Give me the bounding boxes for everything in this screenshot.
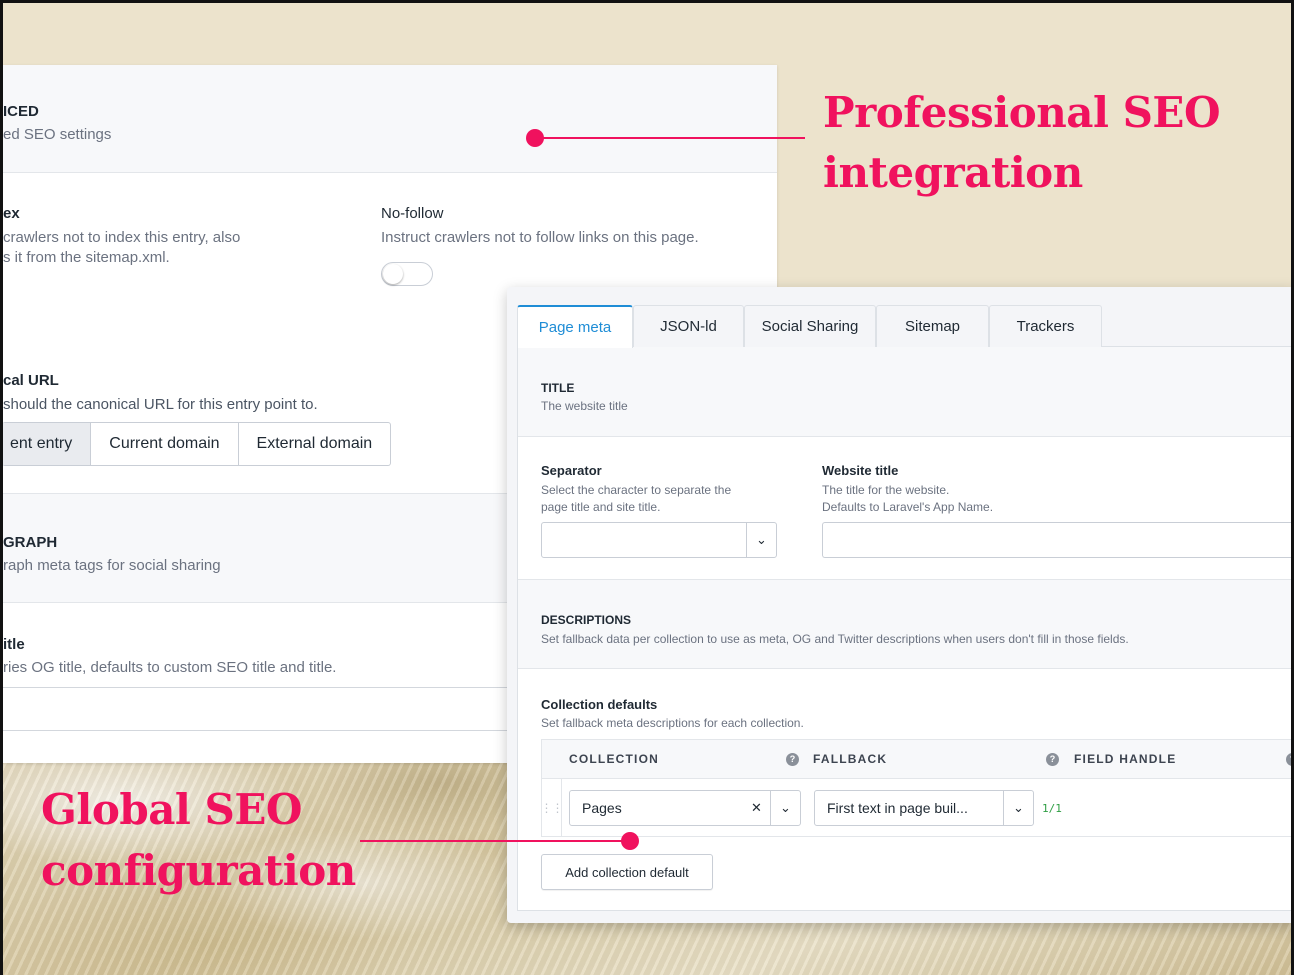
tab-sitemap[interactable]: Sitemap <box>876 305 989 347</box>
fallback-select[interactable]: First text in page buil... ⌄ <box>814 790 1034 826</box>
separator-description-line2: page title and site title. <box>541 500 661 514</box>
callout-dot-global <box>621 832 639 850</box>
website-title-description-line2: Defaults to Laravel's App Name. <box>822 500 994 514</box>
noindex-label: ex <box>3 205 20 222</box>
fallback-select-value: First text in page buil... <box>827 800 968 816</box>
title-heading: TITLE <box>541 381 575 395</box>
separator-label: Separator <box>541 463 602 478</box>
website-title-input[interactable] <box>822 522 1291 558</box>
clear-icon[interactable]: ✕ <box>751 800 762 816</box>
website-title-label: Website title <box>822 463 899 478</box>
column-field-handle: FIELD HANDLE <box>1074 752 1177 766</box>
canonical-url-label: cal URL <box>3 372 59 389</box>
chevron-down-icon: ⌄ <box>746 523 776 557</box>
separator-description-line1: Select the character to separate the <box>541 483 732 497</box>
separator-select[interactable]: ⌄ <box>541 522 777 558</box>
seo-settings-panel: TITLE The website title Separator Select… <box>507 287 1291 923</box>
callout-line-professional <box>535 137 805 139</box>
collection-grid-row: ⋮⋮ Pages ✕ ⌄ First text in page buil... … <box>541 779 1291 837</box>
headline-global-line2: configuration <box>41 846 356 895</box>
canonical-url-description: should the canonical URL for this entry … <box>3 396 318 413</box>
noindex-description-line2: s it from the sitemap.xml. <box>3 249 170 266</box>
canonical-option-external-domain[interactable]: External domain <box>239 423 391 465</box>
fallback-counter: 1/1 <box>1042 802 1062 815</box>
descriptions-heading: DESCRIPTIONS <box>541 613 632 627</box>
column-fallback: FALLBACK <box>813 752 888 766</box>
column-collection: COLLECTION <box>569 752 659 766</box>
callout-line-global <box>360 840 630 842</box>
tab-trackers[interactable]: Trackers <box>989 305 1102 347</box>
canonical-url-segmented-control: ent entry Current domain External domain <box>3 422 392 466</box>
seo-tabs: Page meta JSON-ld Social Sharing Sitemap… <box>517 305 1102 348</box>
title-subheading: The website title <box>541 399 628 413</box>
descriptions-section-header: DESCRIPTIONS Set fallback data per colle… <box>518 579 1291 669</box>
noindex-description-line1: crawlers not to index this entry, also <box>3 229 241 246</box>
slide-frame: ICED ed SEO settings ex crawlers not to … <box>0 0 1294 975</box>
page-meta-card: TITLE The website title Separator Select… <box>517 346 1291 911</box>
collection-select[interactable]: Pages ✕ ⌄ <box>569 790 801 826</box>
collection-defaults-label: Collection defaults <box>541 697 658 712</box>
collection-select-value: Pages <box>582 800 622 816</box>
drag-handle-icon[interactable]: ⋮⋮ <box>541 779 564 836</box>
website-title-description-line1: The title for the website. <box>822 483 950 497</box>
title-section-header: TITLE The website title <box>518 347 1291 437</box>
tab-json-ld[interactable]: JSON-ld <box>633 305 744 347</box>
og-title-description: ries OG title, defaults to custom SEO ti… <box>3 659 337 676</box>
open-graph-subheading: raph meta tags for social sharing <box>3 557 221 574</box>
og-title-label: itle <box>3 636 25 653</box>
open-graph-heading: GRAPH <box>3 534 58 551</box>
headline-professional-line2: integration <box>823 148 1083 197</box>
chevron-down-icon[interactable]: ⌄ <box>1003 791 1033 825</box>
tab-page-meta[interactable]: Page meta <box>517 305 633 348</box>
headline-global-line1: Global SEO <box>41 785 302 834</box>
toggle-knob <box>383 264 403 284</box>
canonical-option-current-entry[interactable]: ent entry <box>3 423 92 465</box>
collection-grid-header: COLLECTION ? FALLBACK ? FIELD HANDLE ? <box>541 739 1291 779</box>
help-icon[interactable]: ? <box>1046 753 1059 766</box>
advanced-section-header: ICED ed SEO settings <box>3 65 777 173</box>
add-collection-default-button[interactable]: Add collection default <box>541 854 713 890</box>
tab-social-sharing[interactable]: Social Sharing <box>744 305 876 347</box>
canonical-option-current-domain[interactable]: Current domain <box>91 423 239 465</box>
advanced-subheading: ed SEO settings <box>3 126 112 143</box>
nofollow-description: Instruct crawlers not to follow links on… <box>381 229 699 246</box>
headline-professional-line1: Professional SEO <box>823 88 1221 137</box>
collection-defaults-description: Set fallback meta descriptions for each … <box>541 716 804 730</box>
help-icon[interactable]: ? <box>1286 753 1291 766</box>
nofollow-label: No-follow <box>381 205 444 222</box>
chevron-down-icon[interactable]: ⌄ <box>770 791 800 825</box>
nofollow-toggle[interactable] <box>381 262 433 286</box>
advanced-heading: ICED <box>3 103 39 120</box>
descriptions-subheading: Set fallback data per collection to use … <box>541 632 1129 646</box>
help-icon[interactable]: ? <box>786 753 799 766</box>
